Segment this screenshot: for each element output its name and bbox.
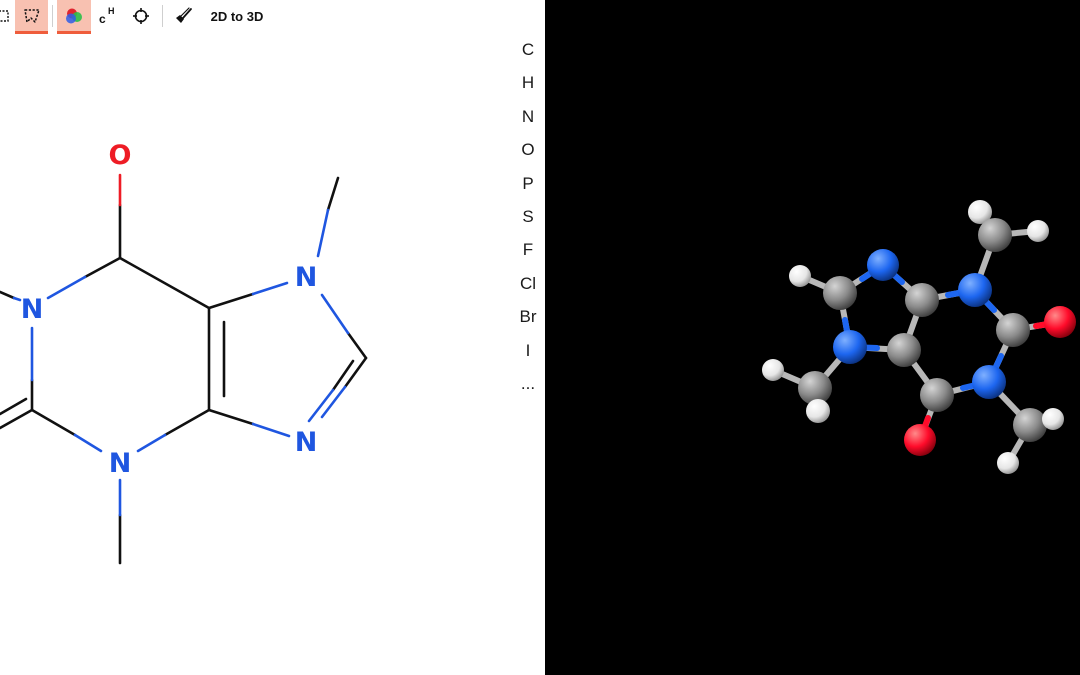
bond-c4-n9 bbox=[207, 408, 255, 426]
nitrogen-atom bbox=[833, 330, 867, 364]
lasso-select-icon bbox=[23, 8, 40, 23]
3d-molecule-canvas[interactable] bbox=[545, 0, 1080, 675]
bond-c8-n9 bbox=[343, 356, 368, 389]
element-phosphorus[interactable]: P bbox=[508, 170, 545, 203]
hydrogen-atom bbox=[1042, 408, 1064, 430]
structure-editor[interactable]: c H 2D to 3D O N N N N C H N O P S F Cl … bbox=[0, 0, 545, 675]
toolbar-divider bbox=[162, 5, 163, 27]
atom-label-n3[interactable]: N bbox=[109, 448, 132, 479]
atom-label-n9[interactable]: N bbox=[295, 427, 318, 458]
carbon-atom bbox=[920, 378, 954, 412]
bond-c5-n7 bbox=[207, 292, 255, 310]
editor-toolbar: c H 2D to 3D bbox=[0, 0, 545, 34]
bond-c6-c5 bbox=[118, 256, 211, 310]
bond-c2-o-left-inner bbox=[0, 397, 28, 416]
bond-n3-blue-right bbox=[136, 433, 167, 453]
rect-select-button[interactable] bbox=[0, 0, 12, 32]
element-oxygen[interactable]: O bbox=[508, 136, 545, 169]
element-palette: C H N O P S F Cl Br I ... bbox=[508, 36, 545, 403]
oxygen-atom bbox=[1044, 306, 1076, 338]
center-view-button[interactable] bbox=[129, 0, 153, 32]
oxygen-atom bbox=[904, 424, 936, 456]
bond-n9-blue bbox=[251, 422, 291, 438]
bond-n7-methyl bbox=[326, 176, 340, 212]
3d-atoms bbox=[762, 200, 1076, 474]
color-atoms-button[interactable] bbox=[57, 0, 91, 34]
2d-to-3d-label: 2D to 3D bbox=[210, 8, 264, 24]
bond-c8-n7-blue bbox=[320, 293, 350, 335]
color-atoms-icon bbox=[66, 8, 82, 23]
bond-c8-n9-blue bbox=[320, 385, 347, 419]
eraser-button[interactable] bbox=[170, 0, 196, 32]
bond-c8-n9-inner bbox=[331, 359, 355, 392]
2d-to-3d-button[interactable]: 2D to 3D bbox=[204, 0, 270, 32]
carbon-atom bbox=[996, 313, 1030, 347]
bond-n1-methyl-blue bbox=[12, 296, 22, 302]
element-fluorine[interactable]: F bbox=[508, 236, 545, 269]
toolbar-divider bbox=[52, 5, 53, 27]
nitrogen-atom bbox=[958, 273, 992, 307]
center-crosshair-icon bbox=[133, 8, 149, 24]
atom-label-n1[interactable]: N bbox=[21, 294, 44, 325]
carbon-atom bbox=[905, 283, 939, 317]
atom-label-n7[interactable]: N bbox=[295, 262, 318, 293]
bond-n1-methyl bbox=[0, 290, 16, 300]
bond-c6-n1 bbox=[83, 256, 122, 279]
carbon-atom bbox=[1013, 408, 1047, 442]
carbon-atom bbox=[823, 276, 857, 310]
hydrogen-atom bbox=[1027, 220, 1049, 242]
atom-label-oxygen[interactable]: O bbox=[109, 140, 132, 171]
element-more-button[interactable]: ... bbox=[508, 370, 545, 403]
hydrogen-atom bbox=[789, 265, 811, 287]
element-iodine[interactable]: I bbox=[508, 337, 545, 370]
bond-n3-blue-left bbox=[73, 433, 103, 453]
bond-c4-n3 bbox=[163, 408, 211, 437]
element-chlorine[interactable]: Cl bbox=[508, 270, 545, 303]
hydrogen-atom bbox=[806, 399, 830, 423]
hydrogen-atom bbox=[997, 452, 1019, 474]
element-sulfur[interactable]: S bbox=[508, 203, 545, 236]
hydrogen-glyph-c: c bbox=[99, 12, 106, 26]
lasso-select-button[interactable] bbox=[15, 0, 48, 34]
implicit-hydrogens-icon: c H bbox=[97, 6, 119, 26]
hydrogen-atom bbox=[762, 359, 784, 381]
bond-c8-n7 bbox=[346, 331, 368, 360]
implicit-hydrogens-button[interactable]: c H bbox=[95, 0, 121, 32]
bond-n1-blue bbox=[46, 275, 87, 300]
element-bromine[interactable]: Br bbox=[508, 303, 545, 336]
3d-molecule-viewer[interactable] bbox=[545, 0, 1080, 675]
element-hydrogen[interactable]: H bbox=[508, 69, 545, 102]
structure-canvas-2d[interactable]: O N N N N bbox=[0, 34, 545, 675]
carbon-atom bbox=[978, 218, 1012, 252]
nitrogen-atom bbox=[972, 365, 1006, 399]
bond-c2-n3 bbox=[30, 408, 77, 437]
bond-n7-blue bbox=[251, 281, 289, 296]
eraser-icon bbox=[176, 7, 192, 23]
rect-select-icon bbox=[0, 10, 9, 22]
bond-n7-methyl-blue bbox=[316, 208, 330, 258]
hydrogen-glyph-h: H bbox=[108, 6, 115, 16]
element-nitrogen[interactable]: N bbox=[508, 103, 545, 136]
element-carbon[interactable]: C bbox=[508, 36, 545, 69]
carbon-atom bbox=[887, 333, 921, 367]
nitrogen-atom bbox=[867, 249, 899, 281]
